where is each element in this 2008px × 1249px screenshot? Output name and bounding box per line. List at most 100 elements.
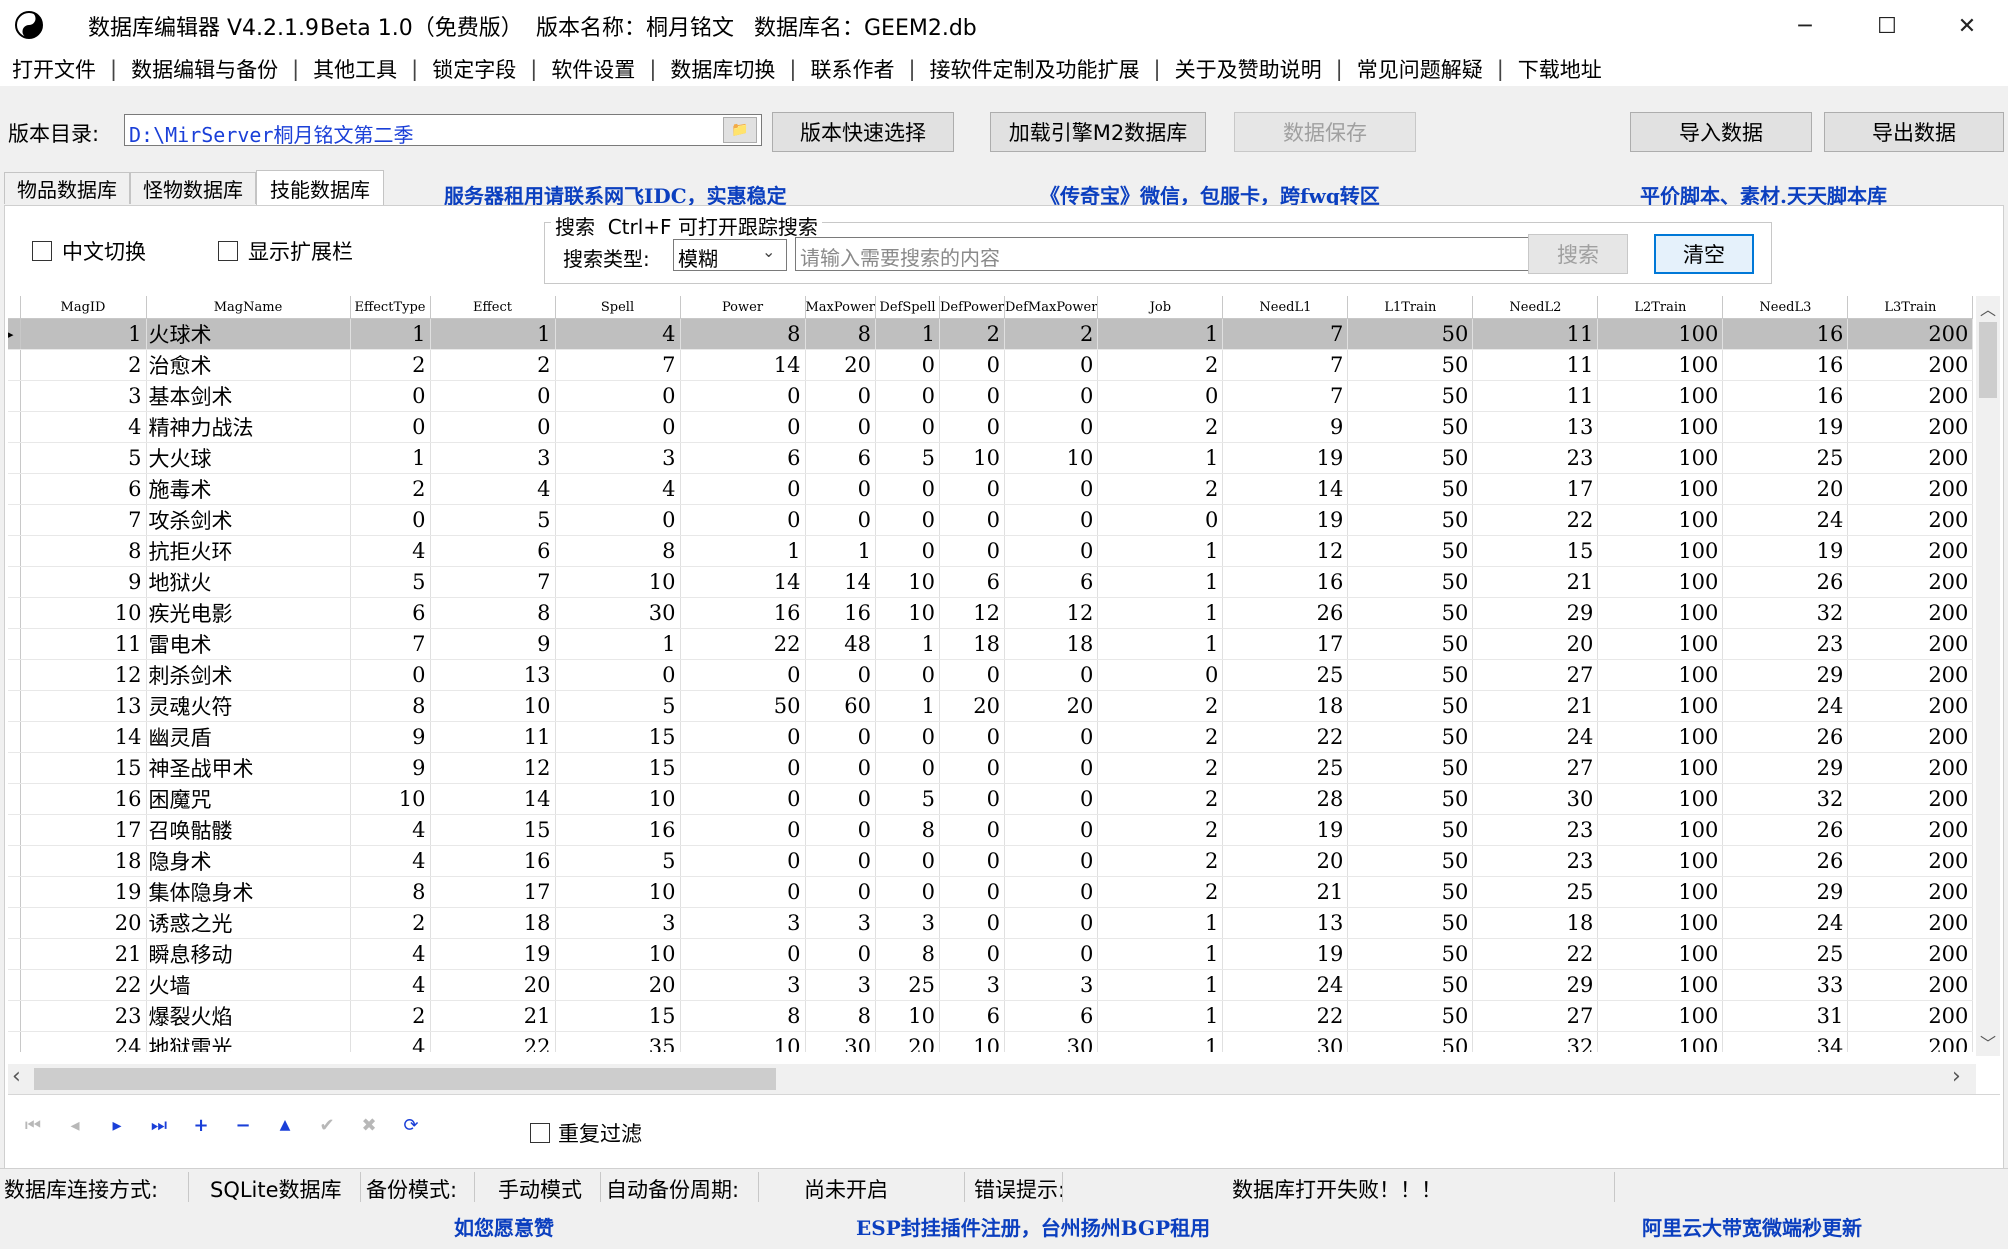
table-cell[interactable]: 200 [1847, 380, 1974, 412]
menu-item[interactable]: 锁定字段 [428, 54, 520, 84]
row-indicator[interactable]: ▸ [8, 318, 21, 350]
row-indicator[interactable] [8, 566, 21, 598]
table-cell[interactable]: 50 [1347, 380, 1474, 412]
table-cell[interactable]: 50 [1347, 752, 1474, 784]
table-cell[interactable]: 50 [1347, 1000, 1474, 1032]
table-cell[interactable]: 7 [1222, 349, 1349, 381]
table-cell[interactable]: 50 [1347, 938, 1474, 970]
table-cell[interactable]: 0 [1097, 504, 1224, 536]
table-cell[interactable]: 32 [1722, 783, 1849, 815]
table-cell[interactable]: 6 [350, 597, 431, 629]
table-cell[interactable]: 15 [555, 721, 681, 753]
table-cell[interactable]: 50 [1347, 411, 1474, 443]
table-cell[interactable]: 200 [1847, 690, 1974, 722]
folder-icon[interactable]: 📁 [723, 117, 757, 143]
table-cell[interactable]: 20 [805, 349, 876, 381]
column-header[interactable]: DefSpell [875, 296, 940, 319]
table-cell[interactable]: 10 [430, 690, 556, 722]
table-cell[interactable]: 13 [1222, 907, 1349, 939]
table-cell[interactable]: 200 [1847, 566, 1974, 598]
table-cell[interactable]: 0 [939, 411, 1006, 443]
table-cell[interactable]: 0 [875, 411, 940, 443]
table-cell[interactable]: 2 [1097, 752, 1224, 784]
dedupe-filter-checkbox[interactable]: 重复过滤 [530, 1118, 642, 1148]
table-cell[interactable]: 20 [1722, 473, 1849, 505]
column-header[interactable]: EffectType [350, 296, 431, 319]
table-cell[interactable]: 29 [1722, 876, 1849, 908]
table-cell[interactable]: 60 [805, 690, 876, 722]
table-cell[interactable]: 0 [555, 380, 681, 412]
row-indicator[interactable] [8, 659, 21, 691]
last-record-icon[interactable]: ⏭ [148, 1114, 170, 1136]
table-cell[interactable]: 0 [875, 349, 940, 381]
search-button[interactable]: 搜索 [1528, 234, 1628, 274]
table-cell[interactable]: 14 [1222, 473, 1349, 505]
table-row[interactable]: 6 施毒术 2 4 4 0 0 0 0 0 2 14 50 17 100 20 200 [8, 473, 1974, 505]
import-data-button[interactable]: 导入数据 [1630, 112, 1812, 152]
table-row[interactable]: 5 大火球 1 3 3 6 6 5 10 10 1 19 50 23 100 25 200 [8, 442, 1974, 474]
table-cell[interactable]: 18 [939, 628, 1006, 660]
table-cell[interactable]: 1 [20, 318, 147, 350]
table-cell[interactable]: 18 [1004, 628, 1099, 660]
table-cell[interactable]: 17 [20, 814, 147, 846]
table-cell[interactable]: 20 [1472, 628, 1599, 660]
table-cell[interactable]: 50 [1347, 504, 1474, 536]
table-cell[interactable]: 24 [1722, 690, 1849, 722]
table-cell[interactable]: 100 [1597, 783, 1724, 815]
table-cell[interactable]: 1 [1097, 628, 1224, 660]
table-cell[interactable]: 1 [875, 318, 940, 350]
table-cell[interactable]: 28 [1222, 783, 1349, 815]
table-cell[interactable]: 15 [555, 1000, 681, 1032]
table-cell[interactable]: 200 [1847, 318, 1974, 350]
close-button[interactable]: ✕ [1926, 0, 2008, 52]
table-row[interactable]: 18 隐身术 4 16 5 0 0 0 0 0 2 20 50 23 100 26 200 [8, 845, 1974, 877]
table-cell[interactable]: 100 [1597, 442, 1724, 474]
table-cell[interactable]: 16 [430, 845, 556, 877]
table-cell[interactable]: 19 [1722, 535, 1849, 567]
table-cell[interactable]: 0 [1004, 783, 1099, 815]
column-header[interactable]: L2Train [1597, 296, 1724, 319]
table-cell[interactable]: 3 [555, 907, 681, 939]
table-cell[interactable]: 12 [430, 752, 556, 784]
column-header[interactable]: Spell [555, 296, 681, 319]
table-cell[interactable]: 疾光电影 [146, 597, 351, 629]
table-row[interactable]: 8 抗拒火环 4 6 8 1 1 0 0 0 1 12 50 15 100 19 200 [8, 535, 1974, 567]
table-cell[interactable]: 0 [939, 721, 1006, 753]
table-cell[interactable]: 10 [350, 783, 431, 815]
table-row[interactable]: 12 刺杀剑术 0 13 0 0 0 0 0 0 0 25 50 27 100 29 200 [8, 659, 1974, 691]
table-cell[interactable]: 1 [1097, 597, 1224, 629]
table-cell[interactable]: 0 [805, 938, 876, 970]
table-cell[interactable]: 100 [1597, 690, 1724, 722]
row-indicator[interactable] [8, 504, 21, 536]
table-cell[interactable]: 1 [875, 628, 940, 660]
table-cell[interactable]: 25 [1222, 659, 1349, 691]
table-cell[interactable]: 22 [680, 628, 806, 660]
table-cell[interactable]: 19 [1222, 814, 1349, 846]
table-cell[interactable]: 0 [875, 659, 940, 691]
table-cell[interactable]: 100 [1597, 752, 1724, 784]
table-cell[interactable]: 100 [1597, 907, 1724, 939]
table-cell[interactable]: 0 [1004, 659, 1099, 691]
table-row[interactable]: 9 地狱火 5 7 10 14 14 10 6 6 1 16 50 21 100 26 200 [8, 566, 1974, 598]
table-cell[interactable]: 30 [1004, 1031, 1099, 1052]
table-cell[interactable]: 17 [1222, 628, 1349, 660]
table-cell[interactable]: 100 [1597, 318, 1724, 350]
table-cell[interactable]: 0 [1004, 535, 1099, 567]
table-cell[interactable]: 50 [680, 690, 806, 722]
table-cell[interactable]: 23 [1472, 814, 1599, 846]
table-cell[interactable]: 35 [555, 1031, 681, 1052]
table-cell[interactable]: 22 [1472, 504, 1599, 536]
table-cell[interactable]: 地狱雷光 [146, 1031, 351, 1052]
table-cell[interactable]: 7 [1222, 318, 1349, 350]
table-cell[interactable]: 9 [1222, 411, 1349, 443]
table-cell[interactable]: 21 [1222, 876, 1349, 908]
table-cell[interactable]: 0 [430, 411, 556, 443]
table-cell[interactable]: 16 [1222, 566, 1349, 598]
scroll-right-icon[interactable]: › [1952, 1064, 1961, 1089]
table-cell[interactable]: 200 [1847, 628, 1974, 660]
table-cell[interactable]: 2 [1097, 845, 1224, 877]
table-cell[interactable]: 11 [1472, 380, 1599, 412]
table-cell[interactable]: 3 [875, 907, 940, 939]
table-cell[interactable]: 10 [1004, 442, 1099, 474]
table-cell[interactable]: 27 [1472, 659, 1599, 691]
